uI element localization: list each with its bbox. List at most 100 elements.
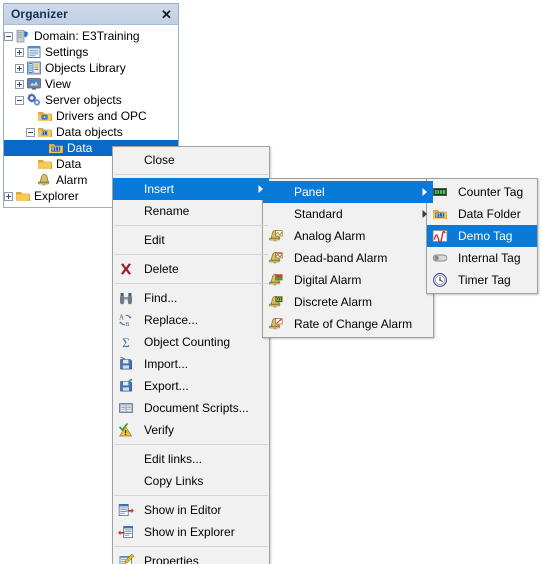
menu-item-show-in-explorer[interactable]: Show in Explorer (113, 521, 269, 543)
show-in-editor-icon (113, 500, 138, 520)
menu-item-rename[interactable]: Rename (113, 200, 269, 222)
menu-item-export[interactable]: Export... (113, 375, 269, 397)
expand-plus-icon[interactable] (15, 79, 26, 89)
menu-item-no-icon (113, 201, 138, 221)
twisty-box[interactable] (15, 47, 24, 57)
organizer-titlebar: Organizer ✕ (4, 4, 178, 25)
menu-item-label: Import... (144, 357, 189, 371)
analog-alarm-icon (263, 226, 288, 246)
menu-item-label: Edit (144, 233, 165, 247)
collapse-minus-icon[interactable] (26, 127, 37, 137)
menu-item-verify[interactable]: Verify (113, 419, 269, 441)
menu-item-analog-alarm[interactable]: Analog Alarm (263, 225, 433, 247)
svg-text:01: 01 (276, 297, 282, 303)
expand-plus-icon[interactable] (4, 191, 15, 201)
twisty-box[interactable] (26, 127, 35, 137)
svg-text:A: A (119, 314, 124, 322)
menu-separator (114, 546, 268, 547)
menu-item-label: Show in Explorer (144, 525, 235, 539)
tree-item[interactable]: View (4, 76, 178, 92)
menu-item-timer-tag[interactable]: Timer Tag (427, 269, 537, 291)
twisty-box[interactable] (15, 95, 24, 105)
collapse-minus-icon[interactable] (15, 95, 26, 105)
tree-item-label: Alarm (56, 173, 88, 187)
menu-item-label: Panel (294, 185, 325, 199)
server-objects-icon (26, 92, 42, 108)
twisty-box[interactable] (15, 63, 24, 73)
menu-item-label: Rename (144, 204, 190, 218)
tree-item[interactable]: Settings (4, 44, 178, 60)
menu-item-label: Discrete Alarm (294, 295, 373, 309)
menu-item-object-counting[interactable]: Σ Object Counting (113, 331, 269, 353)
menu-item-no-icon (113, 471, 138, 491)
twisty-box[interactable] (15, 79, 24, 89)
tree-item-label: Domain: E3Training (34, 29, 140, 43)
menu-item-label: Edit links... (144, 452, 203, 466)
menu-item-delete[interactable]: Delete (113, 258, 269, 280)
menu-item-show-in-editor[interactable]: Show in Editor (113, 499, 269, 521)
panel-submenu[interactable]: Counter Tag 011 Data Folder Demo Tag Interna… (426, 178, 538, 294)
menu-item-no-icon (263, 204, 288, 224)
menu-separator (114, 254, 268, 255)
collapse-minus-icon[interactable] (4, 31, 15, 41)
insert-submenu[interactable]: Panel Standard Analog Alarm Dead-band Alarm… (262, 178, 434, 338)
menu-item-close[interactable]: Close (113, 149, 269, 171)
rate-of-change-alarm-icon (263, 314, 288, 334)
tree-item[interactable]: Server objects (4, 92, 178, 108)
menu-item-edit[interactable]: Edit (113, 229, 269, 251)
menu-item-find[interactable]: Find... (113, 287, 269, 309)
demo-tag-icon (427, 226, 452, 246)
data-folder-icon: 011 (48, 140, 64, 156)
menu-item-properties[interactable]: Properties (113, 550, 269, 564)
menu-item-demo-tag[interactable]: Demo Tag (427, 225, 537, 247)
page-title: Organizer (11, 7, 68, 21)
tree-item-label: Drivers and OPC (56, 109, 147, 123)
find-binoculars-icon (113, 288, 138, 308)
alarm-bell-icon (37, 172, 53, 188)
expand-plus-icon[interactable] (15, 63, 26, 73)
close-icon[interactable]: ✕ (159, 7, 174, 22)
menu-item-import[interactable]: Import... (113, 353, 269, 375)
menu-separator (114, 174, 268, 175)
data-folder-icon: 011 (427, 204, 452, 224)
twisty-box[interactable] (4, 31, 13, 41)
menu-item-standard[interactable]: Standard (263, 203, 433, 225)
menu-item-panel[interactable]: Panel (263, 181, 433, 203)
menu-item-document-scripts[interactable]: Document Scripts... (113, 397, 269, 419)
tree-item[interactable]: 011 Data objects (4, 124, 178, 140)
domain-icon (15, 28, 31, 44)
twisty-box[interactable] (4, 191, 13, 201)
tree-item[interactable]: Objects Library (4, 60, 178, 76)
menu-item-dead-band-alarm[interactable]: Dead-band Alarm (263, 247, 433, 269)
menu-item-label: Show in Editor (144, 503, 222, 517)
menu-item-label: Close (144, 153, 175, 167)
menu-item-counter-tag[interactable]: Counter Tag (427, 181, 537, 203)
menu-item-data-folder[interactable]: 011 Data Folder (427, 203, 537, 225)
menu-item-edit-links[interactable]: Edit links... (113, 448, 269, 470)
tree-item[interactable]: Domain: E3Training (4, 28, 178, 44)
menu-item-replace[interactable]: A B Replace... (113, 309, 269, 331)
discrete-alarm-icon: 01 (263, 292, 288, 312)
menu-item-internal-tag[interactable]: Internal Tag (427, 247, 537, 269)
svg-text:011: 011 (52, 147, 61, 153)
organizer-context-menu[interactable]: Close Insert Rename Edit Delete Find... A B Repl… (112, 146, 270, 564)
menu-item-rate-of-change-alarm[interactable]: Rate of Change Alarm (263, 313, 433, 335)
digital-alarm-icon (263, 270, 288, 290)
menu-item-no-icon (113, 150, 138, 170)
menu-separator (114, 495, 268, 496)
menu-item-no-icon (113, 230, 138, 250)
menu-item-insert[interactable]: Insert (113, 178, 269, 200)
svg-text:B: B (125, 322, 129, 328)
menu-item-copy-links[interactable]: Copy Links (113, 470, 269, 492)
menu-item-digital-alarm[interactable]: Digital Alarm (263, 269, 433, 291)
data-objects-folder-icon: 011 (37, 124, 53, 140)
menu-item-label: Rate of Change Alarm (294, 317, 413, 331)
menu-item-label: Export... (144, 379, 189, 393)
import-disk-icon (113, 354, 138, 374)
menu-item-discrete-alarm[interactable]: 01 Discrete Alarm (263, 291, 433, 313)
menu-item-label: Standard (294, 207, 343, 221)
expand-plus-icon[interactable] (15, 47, 26, 57)
menu-item-label: Data Folder (458, 207, 521, 221)
tree-item[interactable]: Drivers and OPC (4, 108, 178, 124)
menu-item-label: Document Scripts... (144, 401, 249, 415)
